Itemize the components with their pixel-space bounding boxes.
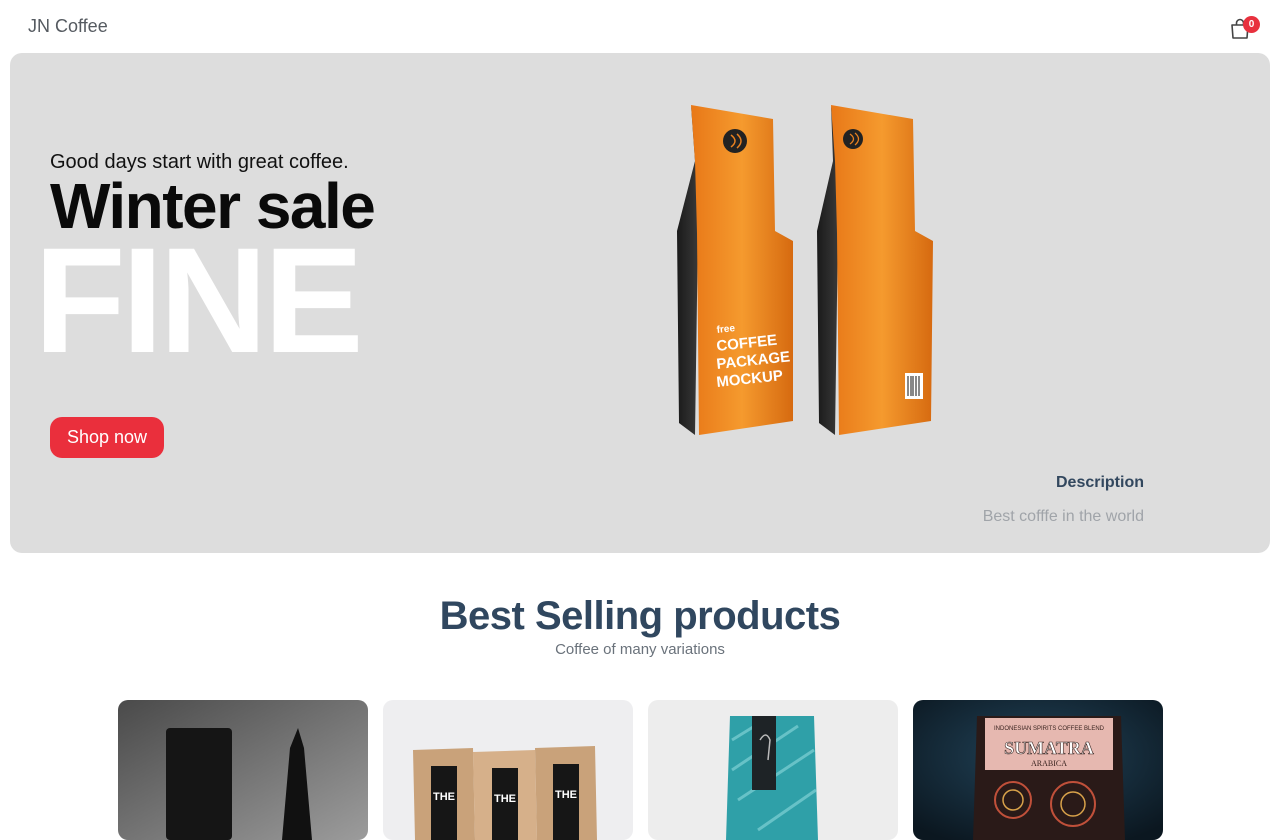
kraft-bag-label-1: THE [433, 791, 455, 803]
product-card-3[interactable] [648, 700, 898, 840]
section-title: Best Selling products [439, 594, 841, 638]
bag-label-free: free [716, 323, 736, 336]
product-card-2[interactable]: THE THE THE [383, 700, 633, 840]
teal-coffee-bag-image [648, 700, 898, 840]
product-card-4[interactable]: INDONESIAN SPIRITS COFFEE BLEND SUMATRA … [913, 700, 1163, 840]
kraft-coffee-bags-image: THE THE THE [383, 700, 633, 840]
brand-logo[interactable]: JN Coffee [28, 16, 108, 37]
cart-count-badge: 0 [1243, 16, 1260, 33]
kraft-bag-label-3: THE [555, 789, 577, 801]
hero-title: Winter sale [50, 170, 376, 242]
section-subtitle: Coffee of many variations [555, 641, 725, 658]
sumatra-coffee-bag-image: INDONESIAN SPIRITS COFFEE BLEND SUMATRA … [913, 700, 1163, 840]
shop-now-button[interactable]: Shop now [50, 417, 164, 458]
sumatra-sublabel: ARABICA [1031, 759, 1067, 768]
top-bar: JN Coffee 0 [0, 0, 1280, 53]
black-coffee-bags-image [118, 700, 368, 840]
coffee-bags-image: free COFFEE PACKAGE MOCKUP [677, 105, 933, 435]
kraft-bag-label-2: THE [494, 793, 516, 805]
product-card-1[interactable] [118, 700, 368, 840]
hero-big-word: FINE [34, 216, 364, 384]
sumatra-top-text: INDONESIAN SPIRITS COFFEE BLEND [994, 726, 1105, 732]
description-heading: Description [1055, 474, 1144, 491]
description-text: Best cofffe in the world [982, 508, 1144, 525]
sumatra-label: SUMATRA [1004, 738, 1094, 758]
hero-banner: Good days start with great coffee. FINE … [10, 53, 1270, 553]
